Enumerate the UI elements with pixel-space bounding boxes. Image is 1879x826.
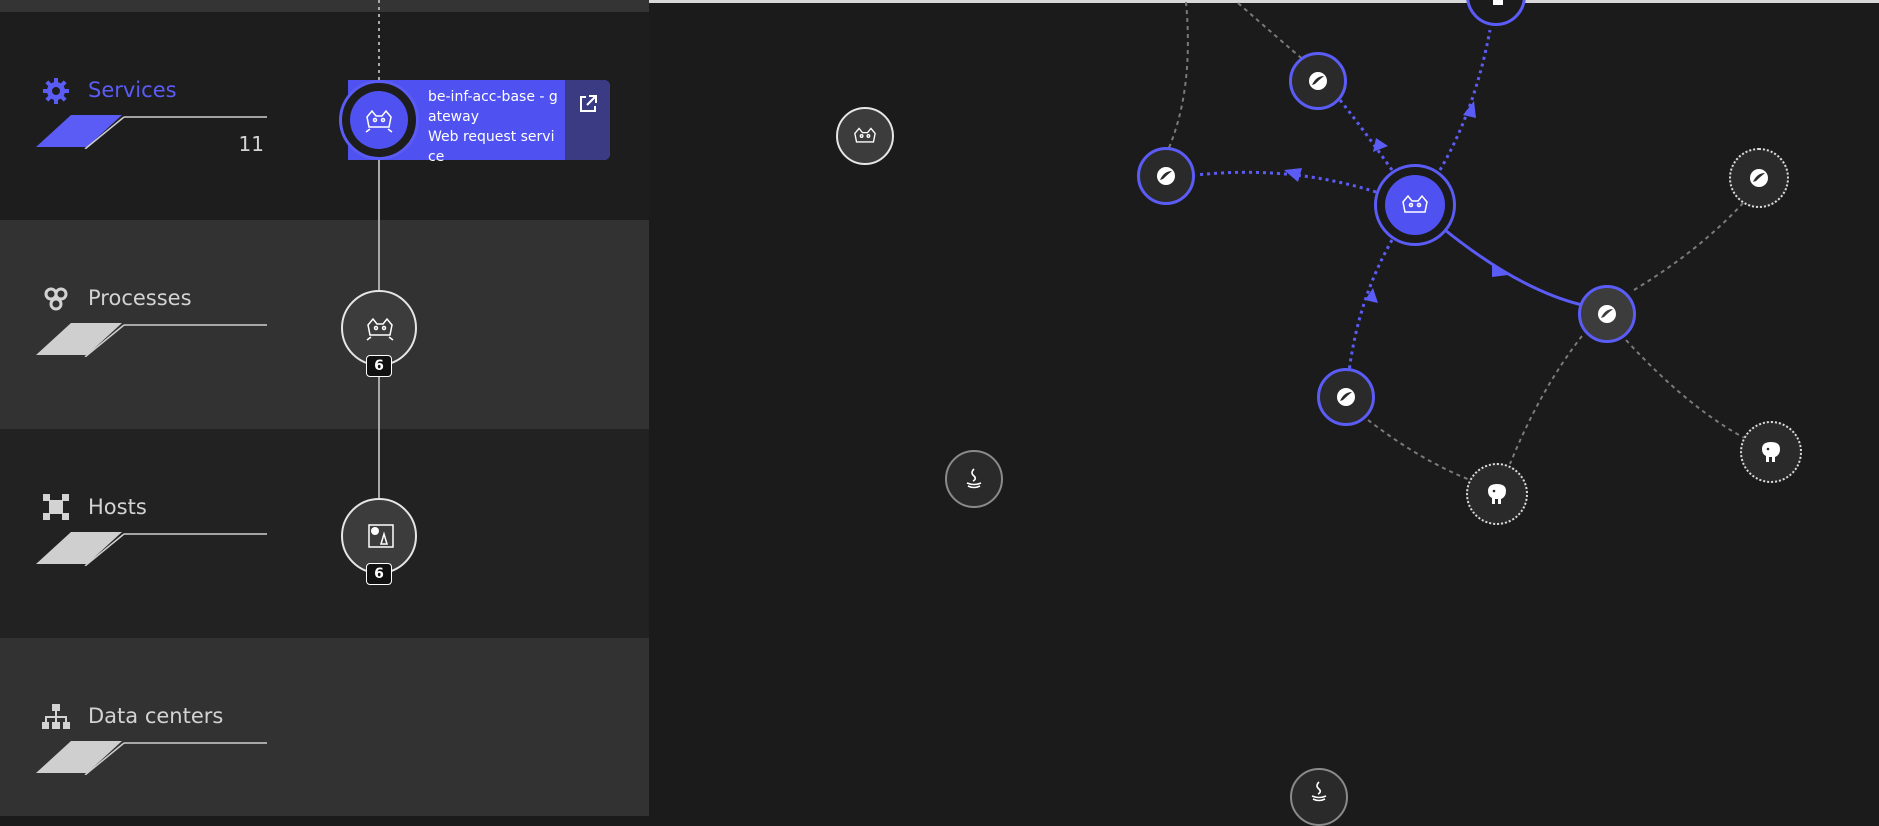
postgresql-icon [1762, 442, 1780, 462]
edge-call [1338, 99, 1394, 171]
arrow-head [1373, 138, 1388, 152]
spring-icon [1750, 169, 1768, 187]
process-node-tomcat[interactable] [836, 107, 894, 165]
edge-grey [1167, 1, 1189, 151]
java-icon [1311, 781, 1327, 802]
service-node-spring-2[interactable] [1137, 147, 1195, 205]
edge-call-solid [1444, 228, 1583, 307]
edge-grey [1367, 419, 1471, 481]
edge-grey [1237, 2, 1307, 63]
edge-call [1347, 239, 1394, 373]
database-node-postgres-2[interactable] [1740, 421, 1802, 483]
edge-grey [1633, 201, 1745, 291]
postgresql-icon [1488, 484, 1506, 504]
arrow-head [1492, 263, 1508, 277]
process-node-java-1[interactable] [945, 450, 1003, 508]
database-node-postgres-1[interactable] [1466, 463, 1528, 525]
spring-icon [1598, 305, 1616, 323]
selected-service-graph-node[interactable] [1374, 164, 1456, 246]
service-dependency-graph [1167, 1, 1751, 481]
process-node-java-2[interactable] [1290, 768, 1348, 826]
edge-call [1438, 29, 1492, 171]
spring-icon [1157, 167, 1175, 185]
edge-grey [1625, 339, 1751, 442]
service-node-spring-3[interactable] [1729, 148, 1789, 208]
service-icon [1493, 0, 1503, 5]
tomcat-icon [1402, 194, 1428, 213]
service-node-spring-1[interactable] [1289, 52, 1347, 110]
tomcat-icon [854, 127, 876, 143]
edge-grey [1509, 335, 1583, 465]
spring-icon [1309, 72, 1327, 90]
edge-call [1195, 170, 1377, 194]
spring-icon [1337, 388, 1355, 406]
smartscape-view: Services 11 Processes Hosts Data centers… [0, 0, 1879, 826]
service-node-spring-4[interactable] [1578, 285, 1636, 343]
arrow-head [1365, 288, 1378, 303]
java-icon [966, 468, 982, 489]
service-node-spring-5[interactable] [1317, 368, 1375, 426]
